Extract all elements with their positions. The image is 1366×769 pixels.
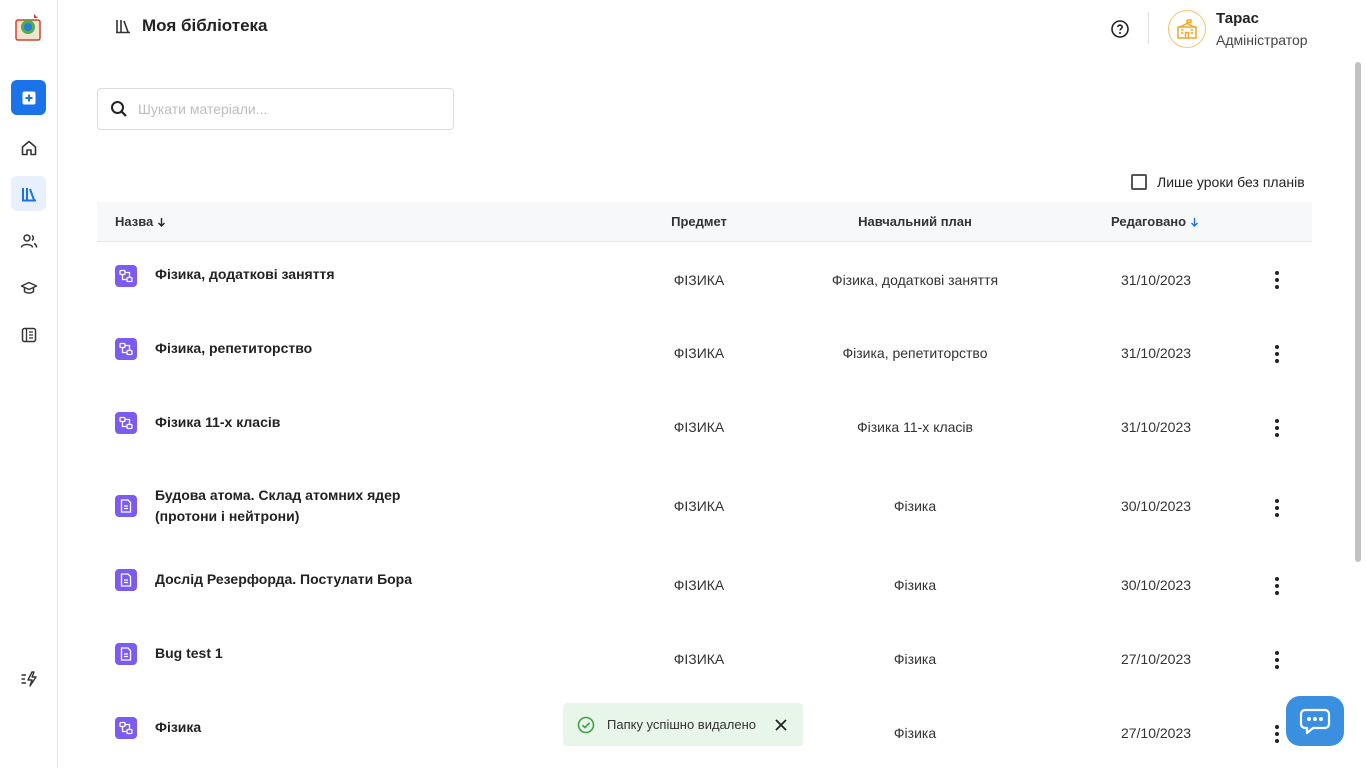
row-name[interactable]: Фізика bbox=[155, 717, 455, 738]
column-name-label: Назва bbox=[115, 214, 154, 229]
row-name[interactable]: Дослід Резерфорда. Постулати Бора bbox=[155, 569, 455, 590]
row-edited: 30/10/2023 bbox=[1120, 577, 1192, 593]
row-plan: Фізика bbox=[893, 651, 937, 667]
table-row[interactable]: Будова атома. Склад атомних ядер (протон… bbox=[97, 465, 1312, 551]
check-circle-icon bbox=[577, 716, 595, 733]
users-icon bbox=[20, 233, 37, 248]
row-name[interactable]: Будова атома. Склад атомних ядер (протон… bbox=[155, 485, 455, 527]
success-toast: Папку успішно видалено bbox=[563, 703, 803, 746]
search-icon bbox=[111, 101, 127, 117]
user-role: Адміністратор bbox=[1216, 32, 1308, 48]
row-subject: ФІЗИКА bbox=[673, 577, 725, 593]
lesson-document-icon bbox=[115, 495, 137, 517]
row-more-menu-icon[interactable] bbox=[1269, 269, 1285, 291]
course-plan-icon bbox=[115, 412, 137, 434]
help-button[interactable] bbox=[1110, 19, 1130, 39]
header-divider bbox=[1148, 12, 1149, 44]
row-subject: ФІЗИКА bbox=[673, 498, 725, 514]
row-name[interactable]: Фізика, додаткові заняття bbox=[155, 264, 455, 285]
row-more-menu-icon[interactable] bbox=[1269, 723, 1285, 745]
row-more-menu-icon[interactable] bbox=[1269, 417, 1285, 439]
row-more-menu-icon[interactable] bbox=[1269, 343, 1285, 365]
user-name: Тарас bbox=[1216, 10, 1259, 27]
row-plan: Фізика, додаткові заняття bbox=[831, 272, 999, 288]
table-row[interactable]: Фізика, репетиторство ФІЗИКА Фізика, реп… bbox=[97, 317, 1312, 391]
users-nav-button[interactable] bbox=[11, 223, 46, 258]
row-name[interactable]: Фізика 11-х класів bbox=[155, 412, 455, 433]
home-icon bbox=[21, 140, 36, 155]
home-nav-button[interactable] bbox=[11, 130, 46, 165]
library-table: Назва Предмет Навчальний план Редаговано… bbox=[97, 202, 1312, 743]
lesson-document-icon bbox=[115, 569, 137, 591]
row-plan: Фізика bbox=[893, 577, 937, 593]
chat-support-button[interactable] bbox=[1286, 696, 1344, 746]
row-edited: 27/10/2023 bbox=[1120, 725, 1192, 741]
table-row[interactable]: Bug test 1 ФІЗИКА Фізика 27/10/2023 bbox=[97, 625, 1312, 699]
sort-down-active-icon bbox=[1190, 218, 1198, 227]
lightning-list-icon bbox=[21, 670, 37, 687]
library-icon bbox=[21, 187, 36, 201]
table-row[interactable]: Дослід Резерфорда. Постулати Бора ФІЗИКА… bbox=[97, 551, 1312, 625]
sort-down-icon bbox=[157, 218, 165, 227]
page-title: Моя бібліотека bbox=[142, 16, 268, 35]
table-row[interactable]: Фізика 11-х класів ФІЗИКА Фізика 11-х кл… bbox=[97, 391, 1312, 465]
page-title-wrap: Моя бібліотека bbox=[114, 16, 268, 36]
row-subject: ФІЗИКА bbox=[673, 272, 725, 288]
row-edited: 31/10/2023 bbox=[1120, 272, 1192, 288]
sidebar bbox=[0, 0, 58, 768]
search-input[interactable] bbox=[138, 101, 428, 117]
graduation-cap-icon bbox=[20, 281, 37, 294]
courses-nav-button[interactable] bbox=[11, 270, 46, 305]
chat-bubble-icon bbox=[1299, 708, 1331, 735]
row-subject: ФІЗИКА bbox=[673, 651, 725, 667]
create-button[interactable] bbox=[11, 80, 46, 115]
row-more-menu-icon[interactable] bbox=[1269, 575, 1285, 597]
row-edited: 30/10/2023 bbox=[1120, 498, 1192, 514]
column-header-name[interactable]: Назва bbox=[115, 214, 166, 229]
row-plan: Фізика bbox=[893, 725, 937, 741]
row-more-menu-icon[interactable] bbox=[1269, 649, 1285, 671]
column-header-plan[interactable]: Навчальний план bbox=[858, 214, 972, 229]
journal-nav-button[interactable] bbox=[11, 317, 46, 352]
column-header-edited[interactable]: Редаговано bbox=[1111, 214, 1199, 229]
row-edited: 31/10/2023 bbox=[1120, 345, 1192, 361]
filter-label: Лише уроки без планів bbox=[1157, 174, 1305, 190]
course-plan-icon bbox=[115, 265, 137, 287]
filter-lessons-without-plans[interactable]: Лише уроки без планів bbox=[1131, 174, 1305, 190]
plus-square-icon bbox=[22, 91, 35, 104]
row-name[interactable]: Bug test 1 bbox=[155, 643, 455, 664]
table-row[interactable]: Фізика, додаткові заняття ФІЗИКА Фізика,… bbox=[97, 243, 1312, 317]
search-box bbox=[97, 88, 454, 130]
row-plan: Фізика, репетиторство bbox=[842, 345, 988, 361]
filter-checkbox[interactable] bbox=[1131, 174, 1147, 190]
row-subject: ФІЗИКА bbox=[673, 419, 725, 435]
row-edited: 27/10/2023 bbox=[1120, 651, 1192, 667]
row-more-menu-icon[interactable] bbox=[1269, 497, 1285, 519]
close-icon[interactable] bbox=[773, 717, 789, 733]
row-subject: ФІЗИКА bbox=[673, 345, 725, 361]
page-scrollbar[interactable] bbox=[1355, 62, 1361, 562]
header: Моя бібліотека Тарас Адміністратор bbox=[58, 0, 1366, 60]
table-header: Назва Предмет Навчальний план Редаговано bbox=[97, 202, 1312, 242]
row-edited: 31/10/2023 bbox=[1120, 419, 1192, 435]
avatar[interactable] bbox=[1168, 10, 1206, 48]
toast-message: Папку успішно видалено bbox=[607, 717, 756, 732]
course-plan-icon bbox=[115, 717, 137, 739]
column-edited-label: Редаговано bbox=[1111, 214, 1187, 229]
row-plan: Фізика 11-х класів bbox=[857, 419, 973, 435]
quick-actions-button[interactable] bbox=[11, 661, 46, 696]
library-icon bbox=[116, 20, 130, 34]
column-header-subject[interactable]: Предмет bbox=[671, 214, 727, 229]
course-plan-icon bbox=[115, 338, 137, 360]
journal-icon bbox=[21, 327, 36, 342]
help-icon bbox=[1111, 20, 1129, 38]
library-nav-button[interactable] bbox=[11, 176, 46, 211]
school-logo-icon[interactable] bbox=[14, 12, 42, 42]
lesson-document-icon bbox=[115, 643, 137, 665]
row-name[interactable]: Фізика, репетиторство bbox=[155, 338, 455, 359]
row-plan: Фізика bbox=[893, 498, 937, 514]
school-building-icon bbox=[1177, 19, 1197, 39]
